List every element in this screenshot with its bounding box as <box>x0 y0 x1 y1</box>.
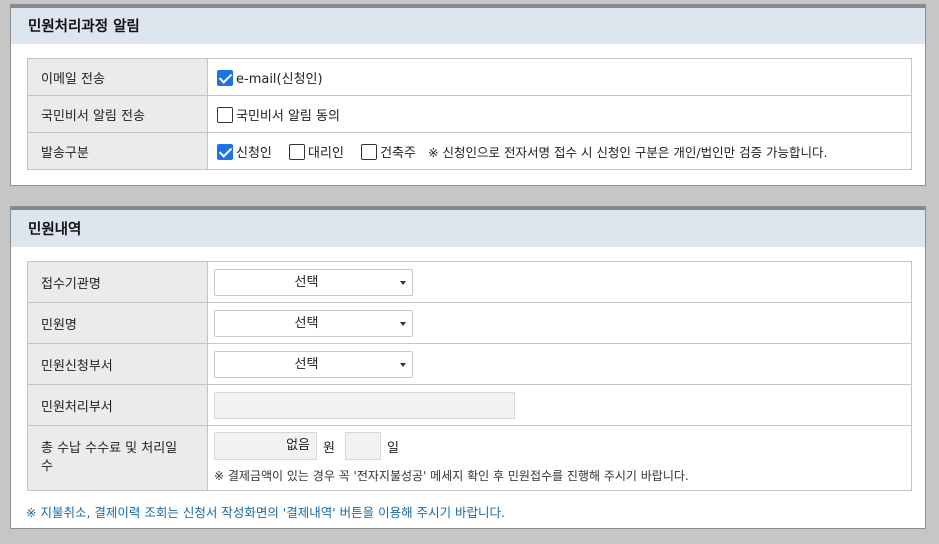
national-secretary-consent-checkbox[interactable]: 국민비서 알림 동의 <box>217 106 340 124</box>
petition-panel: 민원내역 접수기관명 선택 민원명 선택 민원신청부서 선택 민원처리부서 총 … <box>10 206 926 529</box>
chevron-down-icon <box>400 321 406 326</box>
checkbox-unchecked-icon[interactable] <box>217 106 233 123</box>
building-owner-checkbox[interactable]: 건축주 <box>361 143 416 161</box>
email-applicant-checkbox[interactable]: e-mail(신청인) <box>217 69 323 87</box>
day-unit-label: 일 <box>386 440 399 456</box>
fee-and-days-label: 총 수납 수수료 및 처리일수 <box>27 425 208 491</box>
checkbox-unchecked-icon[interactable] <box>361 143 378 160</box>
notification-panel: 민원처리과정 알림 이메일 전송 e-mail(신청인) 국민비서 알림 전송 … <box>10 4 926 186</box>
national-secretary-label: 국민비서 알림 전송 <box>27 95 208 133</box>
notification-table: 이메일 전송 e-mail(신청인) 국민비서 알림 전송 국민비서 알림 동의… <box>27 58 912 170</box>
processing-days-field <box>344 432 381 460</box>
checkbox-unchecked-icon[interactable] <box>289 143 306 160</box>
table-row: 접수기관명 선택 <box>27 261 912 303</box>
payment-history-note: ※ 지불취소, 결제이력 조회는 신청서 작성화면의 '결제내역' 버튼을 이용… <box>26 505 506 520</box>
payment-note: ※ 결제금액이 있는 경우 꼭 '전자지불성공' 메세지 확인 후 민원접수를 … <box>214 469 689 483</box>
table-row: 국민비서 알림 전송 국민비서 알림 동의 <box>27 95 912 133</box>
send-type-label: 발송구분 <box>27 132 208 170</box>
section-title: 민원내역 <box>11 207 925 247</box>
table-row: 민원명 선택 <box>27 302 912 344</box>
checkbox-checked-icon[interactable] <box>217 143 233 160</box>
checkbox-checked-icon[interactable] <box>217 69 233 86</box>
applicant-checkbox[interactable]: 신청인 <box>217 143 272 161</box>
chevron-down-icon <box>400 280 406 285</box>
petition-name-select[interactable]: 선택 <box>214 309 413 337</box>
send-type-note: ※ 신청인으로 전자서명 접수 시 신청인 구분은 개인/법인만 검증 가능합니… <box>428 144 828 160</box>
receiving-agency-select[interactable]: 선택 <box>214 268 413 296</box>
processing-department-field <box>214 391 515 419</box>
fee-amount-field: 없음 <box>214 432 317 460</box>
petition-table: 접수기관명 선택 민원명 선택 민원신청부서 선택 민원처리부서 총 수납 수수… <box>27 261 912 491</box>
table-row: 총 수납 수수료 및 처리일수 없음 원 일 ※ 결제금액이 있는 경우 꼭 '전자… <box>27 425 912 491</box>
applying-department-label: 민원신청부서 <box>27 343 208 385</box>
table-row: 발송구분 신청인 대리인 건축주 ※ 신청인으로 전자서명 접수 시 신청인 구… <box>27 132 912 170</box>
petition-name-label: 민원명 <box>27 302 208 344</box>
table-row: 이메일 전송 e-mail(신청인) <box>27 58 912 96</box>
table-row: 민원처리부서 <box>27 384 912 426</box>
table-row: 민원신청부서 선택 <box>27 343 912 385</box>
chevron-down-icon <box>400 362 406 367</box>
applying-department-select[interactable]: 선택 <box>214 350 413 378</box>
processing-department-label: 민원처리부서 <box>27 384 208 426</box>
receiving-agency-label: 접수기관명 <box>27 261 208 303</box>
agent-checkbox[interactable]: 대리인 <box>289 143 344 161</box>
email-label: 이메일 전송 <box>27 58 208 96</box>
section-title: 민원처리과정 알림 <box>11 5 925 44</box>
won-unit-label: 원 <box>323 440 335 456</box>
